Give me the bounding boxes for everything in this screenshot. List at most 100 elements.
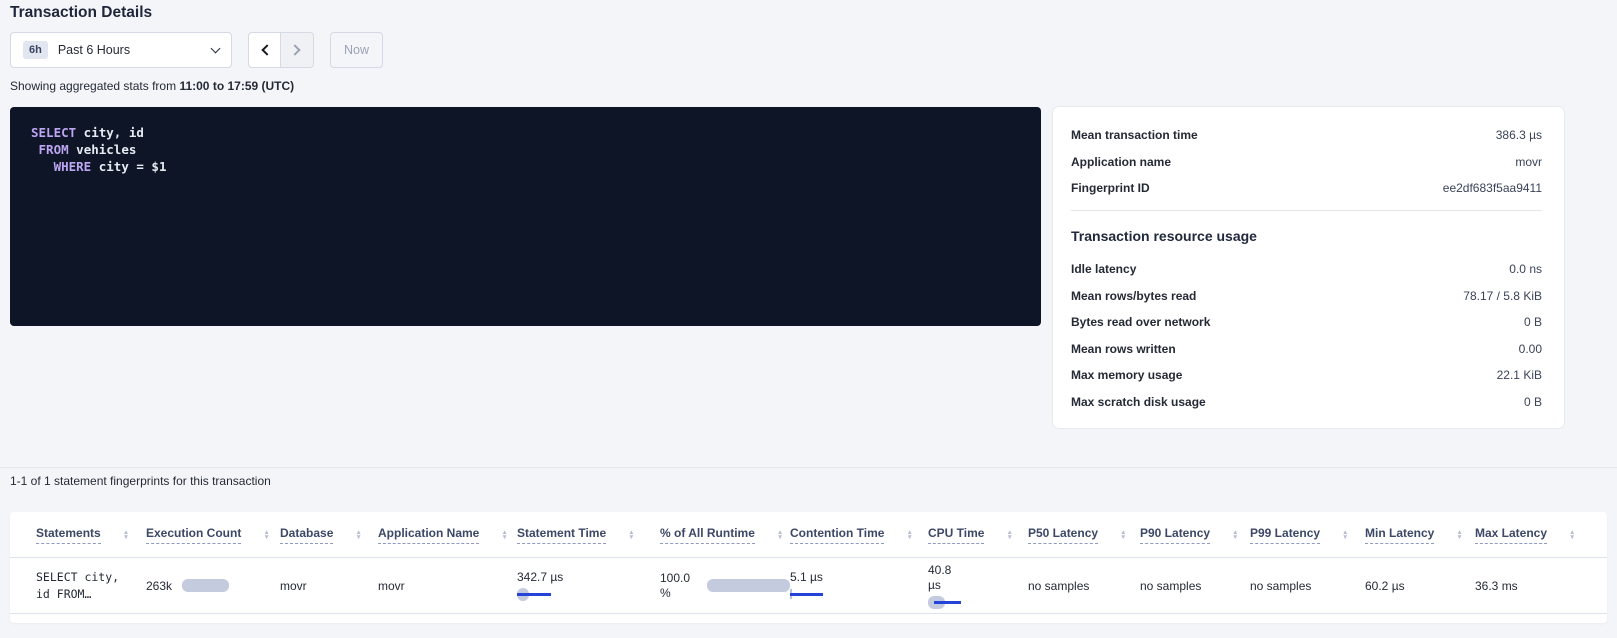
resource-label: Bytes read over network (1071, 315, 1210, 329)
resource-row: Idle latency 0.0 ns (1071, 262, 1542, 277)
resource-label: Mean rows/bytes read (1071, 289, 1196, 303)
aggregated-stats-range: 11:00 to 17:59 (UTC) (179, 79, 294, 93)
sort-icon[interactable]: ▲▼ (1006, 530, 1012, 540)
resource-usage-title: Transaction resource usage (1071, 228, 1542, 244)
sort-icon[interactable]: ▲▼ (355, 530, 361, 540)
statement-fingerprint-link[interactable]: SELECT city, id FROM… (36, 569, 146, 603)
column-header-p50-latency[interactable]: P50 Latency▲▼ (1028, 526, 1140, 544)
pct-runtime-value: 100.0 % (660, 571, 699, 601)
p90-latency-value: no samples (1140, 579, 1201, 593)
aggregated-stats-caption: Showing aggregated stats from 11:00 to 1… (10, 79, 294, 93)
sort-icon[interactable]: ▲▼ (628, 530, 634, 540)
sql-box: SELECT city, id FROM vehicles WHERE city… (10, 107, 1041, 326)
pct-runtime-bar (707, 579, 790, 592)
table-row[interactable]: SELECT city, id FROM… 263k movr movr 342… (10, 558, 1607, 614)
sort-icon[interactable]: ▲▼ (1569, 530, 1575, 540)
contention-mean-line (790, 593, 823, 596)
column-header-statement-time[interactable]: Statement Time▲▼ (517, 526, 660, 544)
p99-latency-value: no samples (1250, 579, 1311, 593)
statements-table-card: Statements▲▼Execution Count▲▼Database▲▼A… (10, 512, 1607, 623)
resource-row: Mean rows written 0.00 (1071, 342, 1542, 357)
sql-line: SELECT city, id (31, 124, 1041, 141)
resource-value: 0 B (1524, 395, 1542, 409)
resource-label: Max scratch disk usage (1071, 395, 1206, 409)
summary-row: Application name movr (1071, 155, 1542, 170)
page-title: Transaction Details (10, 4, 152, 22)
resource-value: 0 B (1524, 315, 1542, 329)
sort-icon[interactable]: ▲▼ (1342, 530, 1348, 540)
resource-label: Mean rows written (1071, 342, 1176, 356)
table-header: Statements▲▼Execution Count▲▼Database▲▼A… (10, 512, 1607, 558)
column-header-cpu-time[interactable]: CPU Time▲▼ (928, 526, 1028, 544)
column-header-application-name[interactable]: Application Name▲▼ (378, 526, 517, 544)
column-header-p99-latency[interactable]: P99 Latency▲▼ (1250, 526, 1365, 544)
summary-label: Mean transaction time (1071, 128, 1198, 142)
aggregated-stats-prefix: Showing aggregated stats from (10, 79, 176, 93)
statement-time-barchart (517, 588, 660, 601)
statement-time-mean-line (517, 593, 551, 596)
resource-value: 78.17 / 5.8 KiB (1463, 289, 1542, 303)
application-name-value: movr (378, 579, 405, 593)
column-header--of-all-runtime[interactable]: % of All Runtime▲▼ (660, 526, 790, 544)
sort-icon[interactable]: ▲▼ (501, 530, 507, 540)
time-controls: 6h Past 6 Hours Now (10, 32, 383, 68)
contention-time-barchart (790, 588, 928, 601)
chevron-left-icon (261, 44, 272, 55)
summary-label: Fingerprint ID (1071, 181, 1150, 195)
cpu-time-mean-line (934, 601, 961, 604)
resource-value: 22.1 KiB (1497, 368, 1542, 382)
summary-value: ee2df683f5aa9411 (1443, 181, 1542, 195)
time-interval-badge: 6h (23, 41, 48, 59)
sort-icon[interactable]: ▲▼ (1456, 530, 1462, 540)
resource-value: 0.0 ns (1509, 262, 1542, 276)
chevron-down-icon (211, 43, 221, 53)
chevron-right-icon (289, 44, 300, 55)
min-latency-value: 60.2 µs (1365, 579, 1405, 593)
summary-row: Fingerprint ID ee2df683f5aa9411 (1071, 181, 1542, 196)
resource-row: Max memory usage 22.1 KiB (1071, 368, 1542, 383)
summary-row: Mean transaction time 386.3 µs (1071, 128, 1542, 143)
column-header-min-latency[interactable]: Min Latency▲▼ (1365, 526, 1475, 544)
resource-label: Idle latency (1071, 262, 1136, 276)
execution-count-bar (182, 579, 229, 592)
sort-icon[interactable]: ▲▼ (1232, 530, 1238, 540)
time-interval-picker[interactable]: 6h Past 6 Hours (10, 32, 232, 68)
fingerprints-caption: 1-1 of 1 statement fingerprints for this… (10, 474, 271, 488)
section-divider (0, 467, 1617, 468)
sql-line: FROM vehicles (31, 141, 1041, 158)
summary-divider (1071, 210, 1542, 211)
sort-icon[interactable]: ▲▼ (1120, 530, 1126, 540)
p50-latency-value: no samples (1028, 579, 1089, 593)
transaction-summary-card: Mean transaction time 386.3 µs Applicatio… (1053, 107, 1564, 428)
prev-interval-button[interactable] (248, 32, 281, 68)
max-latency-value: 36.3 ms (1475, 579, 1518, 593)
resource-label: Max memory usage (1071, 368, 1182, 382)
interval-arrows (248, 32, 314, 68)
column-header-p90-latency[interactable]: P90 Latency▲▼ (1140, 526, 1250, 544)
column-header-statements[interactable]: Statements▲▼ (10, 526, 146, 544)
sort-icon[interactable]: ▲▼ (263, 530, 269, 540)
time-interval-label: Past 6 Hours (58, 43, 130, 57)
column-header-contention-time[interactable]: Contention Time▲▼ (790, 526, 928, 544)
next-interval-button[interactable] (281, 32, 314, 68)
sort-icon[interactable]: ▲▼ (123, 530, 129, 540)
resource-row: Max scratch disk usage 0 B (1071, 395, 1542, 410)
summary-label: Application name (1071, 155, 1171, 169)
contention-time-value: 5.1 µs (790, 570, 928, 585)
statement-time-value: 342.7 µs (517, 570, 565, 585)
cpu-time-barchart (928, 596, 1028, 609)
summary-value: 386.3 µs (1496, 128, 1542, 142)
resource-row: Mean rows/bytes read 78.17 / 5.8 KiB (1071, 289, 1542, 304)
column-header-max-latency[interactable]: Max Latency▲▼ (1475, 526, 1607, 544)
now-button[interactable]: Now (330, 32, 383, 68)
column-header-database[interactable]: Database▲▼ (280, 526, 378, 544)
cpu-time-value: 40.8 µs (928, 563, 964, 593)
resource-value: 0.00 (1519, 342, 1542, 356)
sort-icon[interactable]: ▲▼ (777, 530, 783, 540)
execution-count-value: 263k (146, 579, 172, 593)
sort-icon[interactable]: ▲▼ (906, 530, 912, 540)
database-value: movr (280, 579, 307, 593)
column-header-execution-count[interactable]: Execution Count▲▼ (146, 526, 280, 544)
summary-value: movr (1515, 155, 1542, 169)
resource-row: Bytes read over network 0 B (1071, 315, 1542, 330)
